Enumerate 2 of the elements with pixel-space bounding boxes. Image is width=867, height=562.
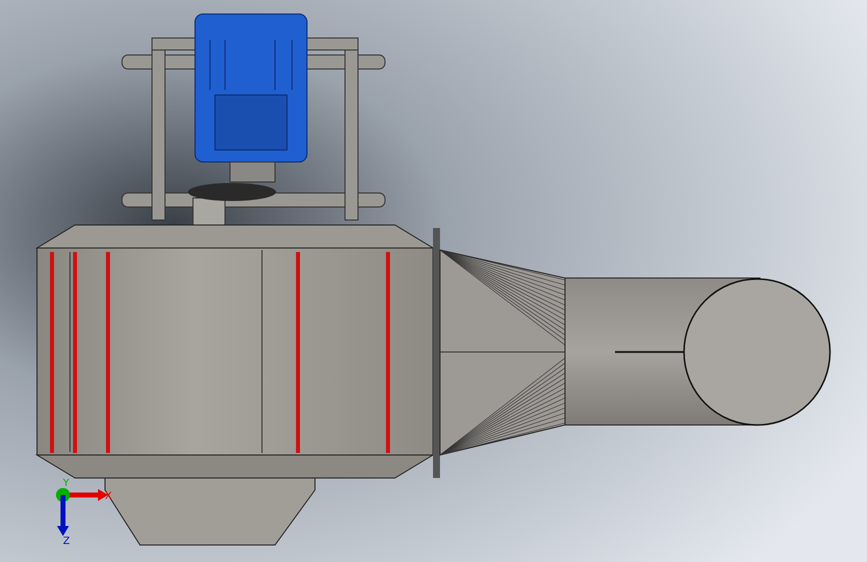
axis-label: Z <box>63 536 70 547</box>
axis-label: Y <box>63 478 70 489</box>
